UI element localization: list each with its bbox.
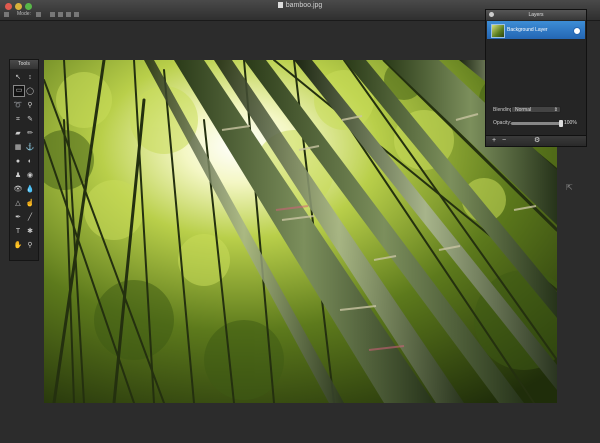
layers-panel-title: Layers [528, 12, 544, 18]
tools-panel: Tools ↖ ↕ ▭ ◯ ➰ ⚲ ⌗ ✎ ▰ ✏ ▦ ⚓ ● ◐ ♟ ◉ 👁 💧 △ ☝ ✒ ╱ T ✱ ✋ ⚲ [9, 59, 39, 261]
opacity-value: 100% [564, 120, 577, 126]
mouse-cursor-icon: ⇱ [566, 183, 573, 192]
zoom-icon[interactable]: ⚲ [25, 241, 35, 251]
eraser-icon[interactable]: ▰ [13, 129, 23, 139]
mode-dropdown-icon[interactable] [36, 12, 41, 17]
eye-icon[interactable]: 👁 [13, 185, 23, 195]
tools-panel-title: Tools [10, 60, 38, 69]
distribute-icon[interactable] [74, 12, 79, 17]
hand-icon[interactable]: ✋ [13, 241, 23, 251]
paint-bucket-icon[interactable]: ● [13, 157, 23, 167]
layer-name: Background Layer [507, 27, 548, 33]
pen-icon[interactable]: ✒ [13, 213, 23, 223]
stamp-icon[interactable]: ⚓ [25, 143, 35, 153]
remove-layer-icon[interactable]: − [502, 137, 506, 145]
opacity-slider[interactable] [511, 120, 563, 127]
mode-label: Mode: [17, 11, 31, 17]
layers-panel: Layers Background Layer Blending: Normal… [485, 9, 587, 147]
align-icon[interactable] [50, 12, 55, 17]
type-icon[interactable]: T [13, 227, 23, 237]
bamboo-photo [44, 60, 557, 403]
layer-thumbnail [491, 24, 505, 38]
rect-select-icon[interactable]: ▭ [13, 85, 25, 97]
document-icon [277, 2, 283, 8]
line-icon[interactable]: ╱ [25, 213, 35, 223]
layer-settings-icon[interactable]: ⚙ [534, 137, 540, 145]
eyedropper-icon[interactable]: ✎ [25, 115, 35, 125]
layers-panel-footer: + − ⚙ [486, 135, 586, 146]
blending-value: Normal [515, 107, 532, 113]
brush-icon[interactable]: ✏ [25, 129, 35, 139]
text-move-icon[interactable]: ↕ [25, 73, 35, 83]
burn-icon[interactable]: ◐ [25, 157, 35, 167]
opacity-slider-fill [511, 122, 561, 125]
lasso-icon[interactable]: ➰ [13, 101, 23, 111]
blur-icon[interactable]: 💧 [25, 185, 35, 195]
crop-icon[interactable]: ⌗ [13, 115, 23, 125]
layer-visibility-icon[interactable] [573, 27, 581, 35]
image-canvas[interactable] [44, 60, 557, 403]
sharpen-icon[interactable]: △ [13, 199, 23, 209]
close-panel-icon[interactable] [489, 12, 494, 17]
layer-row-background[interactable]: Background Layer [487, 21, 585, 39]
move-icon[interactable]: ↖ [13, 73, 23, 83]
transform-icon[interactable] [58, 12, 63, 17]
clone-icon[interactable]: ♟ [13, 171, 23, 181]
magic-wand-icon[interactable]: ⚲ [25, 101, 35, 111]
window-title-text: bamboo.jpg [285, 2, 323, 9]
blending-select[interactable]: Normal ⇕ [511, 106, 561, 113]
add-layer-icon[interactable]: + [492, 137, 496, 145]
gradient-icon[interactable]: ▦ [13, 143, 23, 153]
opacity-slider-knob[interactable] [559, 120, 563, 127]
opacity-label: Opacity: [493, 120, 512, 126]
ellipse-select-icon[interactable]: ◯ [25, 87, 35, 97]
arrange-icon[interactable] [66, 12, 71, 17]
layers-panel-header: Layers [486, 10, 586, 20]
move-options-icon[interactable] [4, 12, 9, 17]
shape-icon[interactable]: ✱ [25, 227, 35, 237]
window-title: bamboo.jpg [0, 2, 600, 9]
dodge-icon[interactable]: ◉ [25, 171, 35, 181]
smudge-icon[interactable]: ☝ [25, 199, 35, 209]
chevron-updown-icon: ⇕ [553, 107, 558, 113]
